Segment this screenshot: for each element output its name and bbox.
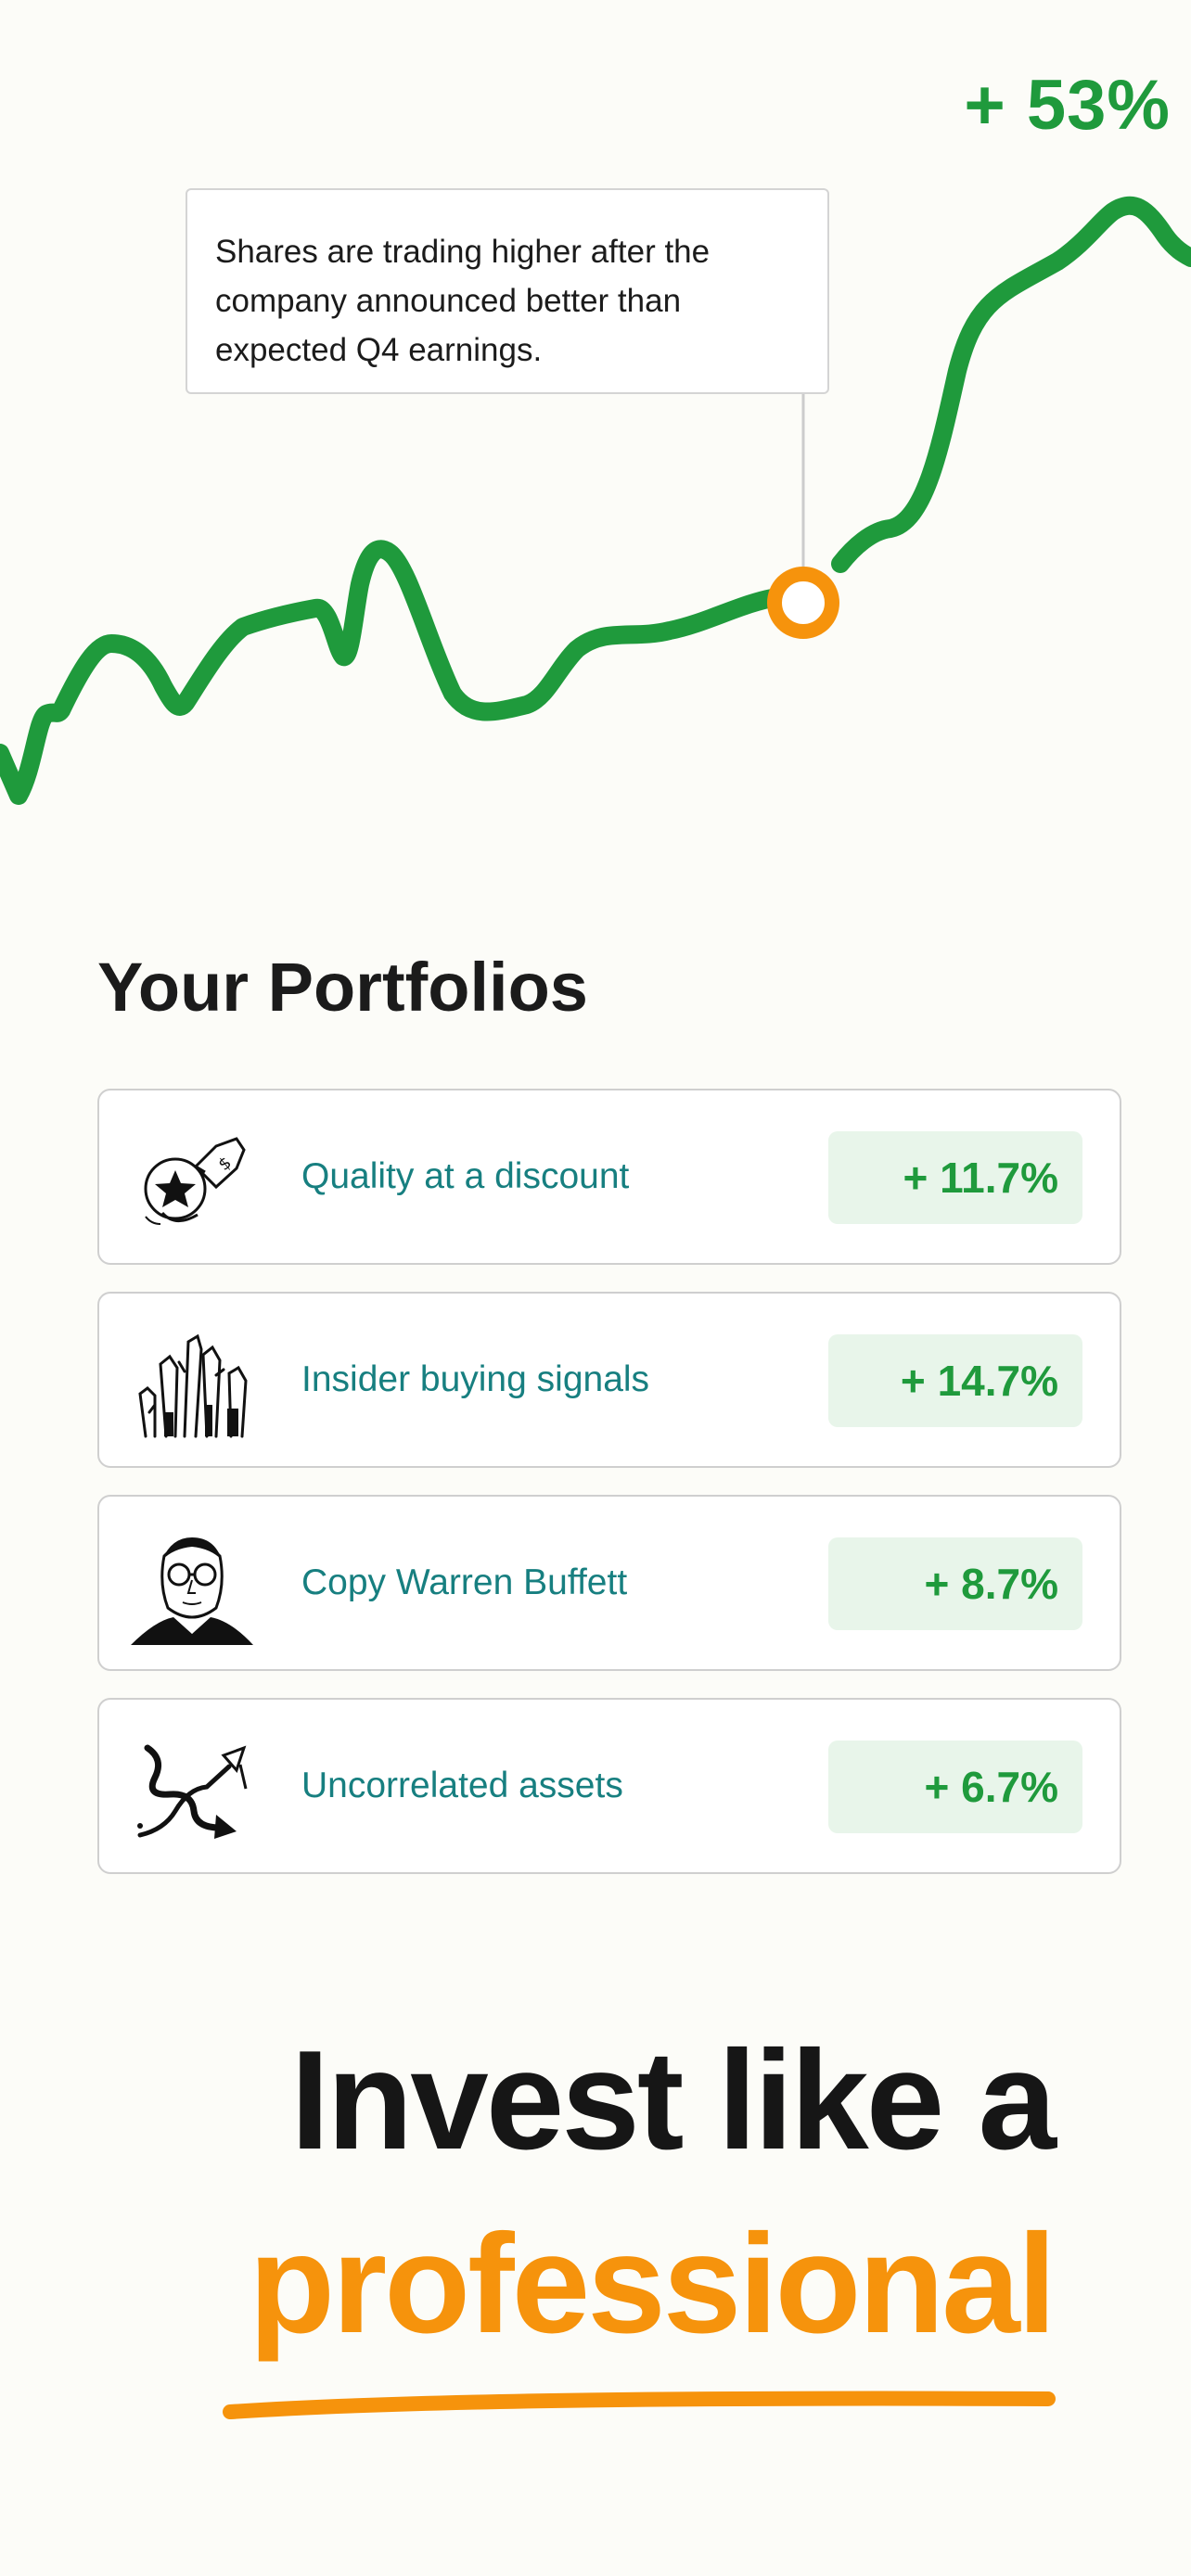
headline-line-2: professional <box>249 2205 1057 2363</box>
price-change-label: + 53% <box>964 66 1171 145</box>
stock-price-line-rising <box>831 196 1191 573</box>
diverging-arrows-icon <box>137 1744 248 1839</box>
headline-line-1: Invest like a <box>290 2021 1057 2179</box>
return-badge: + 6.7% <box>828 1741 1082 1833</box>
return-badge: + 8.7% <box>828 1537 1082 1630</box>
portfolio-list: $ Quality at a discount + 11.7% Insider … <box>97 1089 1121 1901</box>
return-badge: + 14.7% <box>828 1334 1082 1427</box>
portfolio-card-buffett[interactable]: Copy Warren Buffett + 8.7% <box>97 1495 1121 1671</box>
portfolio-name: Uncorrelated assets <box>301 1766 623 1805</box>
portfolio-card-quality[interactable]: $ Quality at a discount + 11.7% <box>97 1089 1121 1265</box>
portfolio-name: Insider buying signals <box>301 1359 650 1399</box>
portfolios-title: Your Portfolios <box>97 949 588 1026</box>
headline-underline <box>223 2391 1056 2419</box>
annotation-marker <box>767 567 839 639</box>
portfolio-card-uncorrelated[interactable]: Uncorrelated assets + 6.7% <box>97 1698 1121 1874</box>
stock-price-line <box>0 540 814 805</box>
tooltip-text: Shares are trading higher after the comp… <box>215 234 711 368</box>
portfolio-name: Quality at a discount <box>301 1156 630 1196</box>
earnings-tooltip: Shares are trading higher after the comp… <box>186 188 829 394</box>
return-badge: + 11.7% <box>828 1131 1082 1224</box>
price-tag-star-icon: $ <box>144 1137 246 1225</box>
thumbs-up-hands-icon <box>138 1333 248 1438</box>
warren-buffett-portrait-icon <box>131 1537 253 1645</box>
portfolio-name: Copy Warren Buffett <box>301 1562 628 1602</box>
portfolio-card-insider[interactable]: Insider buying signals + 14.7% <box>97 1292 1121 1468</box>
headline: Invest like a professional <box>249 2017 1057 2367</box>
